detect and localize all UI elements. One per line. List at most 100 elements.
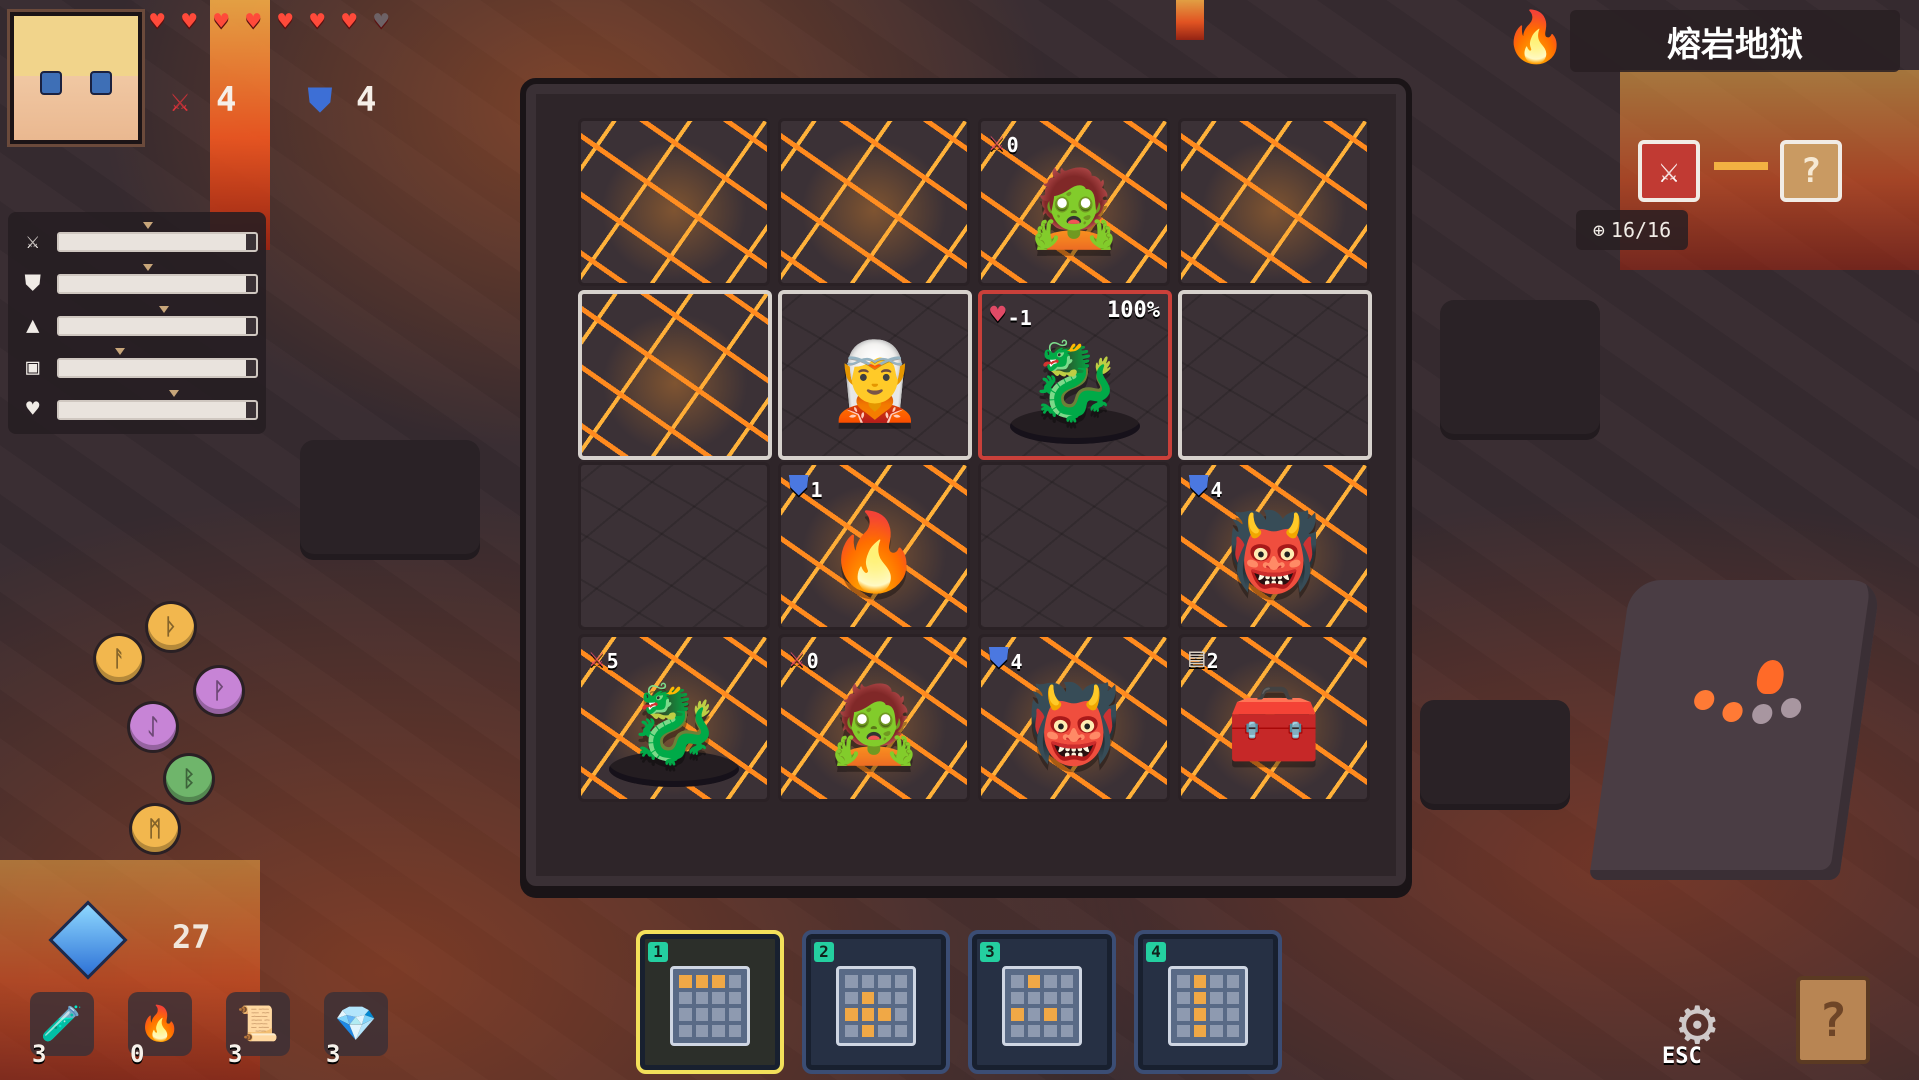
cell-entity: 🧟 <box>826 679 922 769</box>
board-cell[interactable] <box>578 290 772 460</box>
item-count: 3 <box>326 1040 341 1068</box>
pattern-cell <box>1060 991 1073 1004</box>
rune-token[interactable]: ᚦ <box>148 604 194 650</box>
cell-entity: 🔥 <box>826 507 922 597</box>
layout-slot-2[interactable]: 2 <box>802 930 950 1074</box>
layout-slot-number: 2 <box>814 942 834 962</box>
layout-slot-number: 4 <box>1146 942 1166 962</box>
pattern-cell <box>1177 991 1190 1004</box>
zoom-value: 16/16 <box>1610 218 1672 242</box>
pattern-cell <box>894 1008 907 1021</box>
board-cell[interactable] <box>778 118 970 286</box>
heart-full-icon: ♥ <box>342 7 357 35</box>
rune-token[interactable]: ᛗ <box>132 806 178 852</box>
layout-slot-3[interactable]: 3 <box>968 930 1116 1074</box>
pattern-cell <box>695 1024 708 1037</box>
board-cell[interactable]: 🧟 ⚔ 0 <box>978 118 1170 286</box>
pattern-cell <box>712 1024 725 1037</box>
rock <box>1420 700 1570 810</box>
help-book-button[interactable]: ? <box>1796 976 1870 1064</box>
lava-totem[interactable] <box>1588 580 1882 880</box>
stat-bar <box>57 306 258 336</box>
board-cell[interactable]: 🧝 <box>778 290 972 460</box>
board-cell[interactable] <box>1178 290 1372 460</box>
pattern-cell <box>1044 1024 1057 1037</box>
item-count: 3 <box>228 1040 243 1068</box>
stat-bar-row: ♥ <box>18 390 258 428</box>
pattern-cell <box>695 1008 708 1021</box>
pattern-cell <box>894 975 907 988</box>
board-cell[interactable]: 🐉 ♥ -1 100% <box>978 290 1172 460</box>
stat-bars-panel: ⚔ ⛊ ▲ ▣ ♥ <box>8 212 266 434</box>
layout-slot-4[interactable]: 4 <box>1134 930 1282 1074</box>
cell-entity: 👹 <box>1026 679 1122 769</box>
pattern-cell <box>878 1024 891 1037</box>
rune-token[interactable]: ᚨ <box>96 636 142 682</box>
rock <box>300 440 480 560</box>
badge-value: 2 <box>1206 649 1219 673</box>
pattern-cell <box>1226 1024 1239 1037</box>
attack-value: 4 <box>216 80 237 120</box>
stat-bar <box>57 222 258 252</box>
badge-icon: ⛊ <box>789 471 809 501</box>
stat-bar-row: ⚔ <box>18 222 258 260</box>
pattern-cell <box>679 1024 692 1037</box>
sword-icon: ⚔ <box>170 81 190 119</box>
cell-entity: 🧰 <box>1226 679 1322 769</box>
badge-value: 4 <box>1210 478 1223 502</box>
pattern-cell <box>679 1008 692 1021</box>
board-cell[interactable] <box>1178 118 1370 286</box>
flame-icon: 🔥 <box>1504 8 1567 66</box>
pattern-cell <box>1027 975 1040 988</box>
lava-fall-center <box>1176 0 1204 40</box>
heart-full-icon: ♥ <box>310 7 325 35</box>
shield-icon: ⛊ <box>24 271 41 296</box>
board-cell[interactable] <box>578 118 770 286</box>
rune-token[interactable]: ᚹ <box>196 668 242 714</box>
stat-bar-marker <box>143 222 154 229</box>
layout-slot-number: 1 <box>648 942 668 962</box>
pattern-cell <box>845 975 858 988</box>
pattern-cell <box>845 991 858 1004</box>
stat-bar-row: ▣ <box>18 348 258 386</box>
rune-token[interactable]: ᛒ <box>166 756 212 802</box>
board-cell[interactable]: 👹 ⛊ 4 <box>978 634 1170 802</box>
rune-token[interactable]: ᛇ <box>130 704 176 750</box>
pattern-cell <box>878 991 891 1004</box>
layout-slot-1[interactable]: 1 <box>636 930 784 1074</box>
board-cell[interactable] <box>978 462 1170 630</box>
stat-bar <box>57 264 258 294</box>
totem-light <box>1779 698 1803 718</box>
pattern-cell <box>845 1008 858 1021</box>
board-cell[interactable]: 👹 ⛊ 4 <box>1178 462 1370 630</box>
pattern-cell <box>712 1008 725 1021</box>
sword-icon: ⚔ <box>26 229 40 254</box>
stat-bar-fill <box>59 234 247 250</box>
badge-value: 0 <box>806 649 819 673</box>
board-cell[interactable]: 🐉 ⚔ 5 <box>578 634 770 802</box>
cell-badge: ⚔ 5 <box>589 643 619 673</box>
board-cell[interactable]: 🧰 ▤ 2 <box>1178 634 1370 802</box>
cell-badge: ⛊ 1 <box>789 471 823 502</box>
badge-icon: ⚔ <box>789 643 805 673</box>
defense-stat: ⛊ 4 <box>300 80 377 120</box>
esc-label: ESC <box>1662 1044 1702 1069</box>
pattern-cell <box>861 991 874 1004</box>
sequence-current-attack-icon[interactable]: ⚔ <box>1638 140 1700 202</box>
pattern-cell <box>1210 991 1223 1004</box>
board-cell[interactable]: 🧟 ⚔ 0 <box>778 634 970 802</box>
layout-pattern-grid <box>836 966 916 1046</box>
cell-entity: 🐉 <box>626 679 722 769</box>
board-cell[interactable]: 🔥 ⛊ 1 <box>778 462 970 630</box>
sequence-next-unknown[interactable]: ? <box>1780 140 1842 202</box>
pattern-cell <box>695 975 708 988</box>
pattern-cell <box>894 991 907 1004</box>
board-cell[interactable] <box>578 462 770 630</box>
heart-icon: ♥ <box>26 397 40 422</box>
pattern-cell <box>728 1008 741 1021</box>
attack-stat: ⚔ 4 <box>160 80 236 120</box>
heart-full-icon: ♥ <box>278 7 293 35</box>
heart-full-icon: ♥ <box>246 7 261 35</box>
hit-chance: 100% <box>1107 298 1160 323</box>
badge-value: -1 <box>1007 306 1032 330</box>
